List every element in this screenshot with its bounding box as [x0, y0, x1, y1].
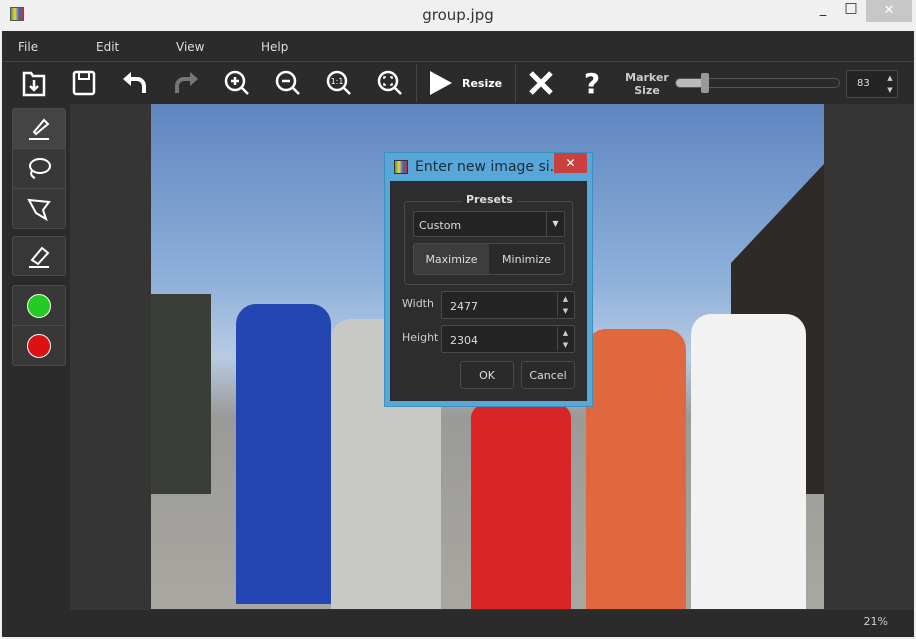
slider-thumb[interactable] [701, 73, 710, 93]
menu-bar: File Edit View Help [2, 31, 914, 62]
close-button[interactable]: ✕ [866, 0, 912, 22]
minimize-button[interactable]: Minimize [489, 244, 564, 274]
resize-dialog: Enter new image si... ✕ Presets Custom ▼ … [384, 152, 593, 407]
cancel-button[interactable] [523, 66, 559, 100]
tool-panel [2, 104, 70, 610]
cancel-button[interactable]: Cancel [521, 361, 575, 389]
preset-buttons: Maximize Minimize [413, 243, 565, 275]
eraser-tool[interactable] [12, 236, 66, 276]
menu-file[interactable]: File [18, 40, 38, 54]
spin-arrows[interactable]: ▲ ▼ [883, 72, 897, 96]
zoom-actual-button[interactable]: 1:1 [321, 66, 357, 100]
marker-size-value: 83 [857, 78, 870, 89]
rooftop-unit [151, 294, 211, 494]
undo-icon [123, 72, 146, 93]
maximize-button[interactable]: □ [836, 0, 866, 22]
resize-button[interactable]: Resize [426, 66, 502, 100]
remove-color-button[interactable] [13, 326, 65, 366]
lasso-icon [29, 157, 51, 179]
marker-label-line2: Size [634, 84, 660, 97]
person [236, 304, 331, 604]
dialog-title: Enter new image si... [415, 159, 564, 175]
green-circle-icon [27, 293, 51, 318]
open-icon [22, 71, 46, 97]
maximize-button[interactable]: Maximize [414, 244, 489, 274]
preset-value: Custom [419, 219, 462, 232]
height-label: Height [402, 331, 439, 344]
zoom-fit-icon [377, 70, 402, 95]
red-circle-icon [27, 334, 51, 358]
zoom-fit-button[interactable] [372, 66, 408, 100]
chevron-down-icon: ▼ [546, 212, 564, 236]
dialog-body: Presets Custom ▼ Maximize Minimize Width … [390, 181, 587, 401]
width-spinner[interactable]: ▲ ▼ [557, 293, 573, 317]
menu-edit[interactable]: Edit [96, 40, 119, 54]
title-bar: group.jpg _ □ ✕ [0, 0, 916, 31]
redo-button [168, 66, 204, 100]
help-icon[interactable]: ? [574, 66, 610, 100]
minimize-button[interactable]: _ [808, 2, 838, 24]
marker-label-line1: Marker [625, 71, 669, 84]
width-value: 2477 [450, 300, 478, 313]
lasso-tool[interactable] [13, 149, 65, 189]
zoom-in-icon [224, 70, 249, 95]
width-label: Width [402, 297, 434, 310]
save-icon [72, 70, 96, 96]
svg-text:1:1: 1:1 [331, 77, 344, 86]
zoom-level: 21% [863, 615, 888, 628]
presets-label: Presets [462, 193, 517, 206]
height-value: 2304 [450, 334, 478, 347]
toolbar-separator [416, 64, 417, 102]
red-mask-region [471, 404, 571, 609]
zoom-in-button[interactable] [219, 66, 255, 100]
polygon-lasso-tool[interactable] [13, 189, 65, 229]
x-icon [529, 71, 553, 95]
menu-view[interactable]: View [176, 40, 204, 54]
zoom-out-icon [275, 70, 300, 95]
person [691, 314, 806, 609]
window-title: group.jpg [422, 6, 494, 24]
height-input[interactable]: 2304 ▲ ▼ [441, 325, 575, 353]
width-input[interactable]: 2477 ▲ ▼ [441, 291, 575, 319]
dialog-app-icon [394, 160, 408, 174]
height-spinner[interactable]: ▲ ▼ [557, 327, 573, 351]
zoom-out-button[interactable] [270, 66, 306, 100]
marker-size-slider[interactable] [675, 73, 840, 93]
menu-help[interactable]: Help [261, 40, 288, 54]
preset-dropdown[interactable]: Custom ▼ [413, 211, 565, 237]
redo-icon [175, 72, 198, 93]
play-icon [430, 71, 452, 95]
ok-button[interactable]: OK [460, 361, 514, 389]
marker-size-input[interactable]: 83 ▲ ▼ [846, 70, 898, 98]
resize-label: Resize [462, 76, 503, 90]
keep-color-button[interactable] [13, 286, 65, 326]
marker-size-label: Marker Size [622, 71, 672, 97]
undo-button[interactable] [117, 66, 153, 100]
selection-tools [12, 108, 66, 229]
dialog-close-button[interactable]: ✕ [554, 153, 587, 173]
zoom-actual-icon: 1:1 [326, 70, 351, 95]
save-button[interactable] [66, 66, 102, 100]
eraser-icon [29, 246, 50, 268]
marker-tool[interactable] [13, 109, 65, 149]
color-tools [12, 285, 66, 366]
polygon-lasso-icon [27, 198, 51, 222]
open-button[interactable] [16, 66, 52, 100]
status-bar: 21% [2, 610, 914, 634]
person [586, 329, 686, 609]
highlighter-icon [29, 118, 50, 140]
toolbar-separator [515, 64, 516, 102]
